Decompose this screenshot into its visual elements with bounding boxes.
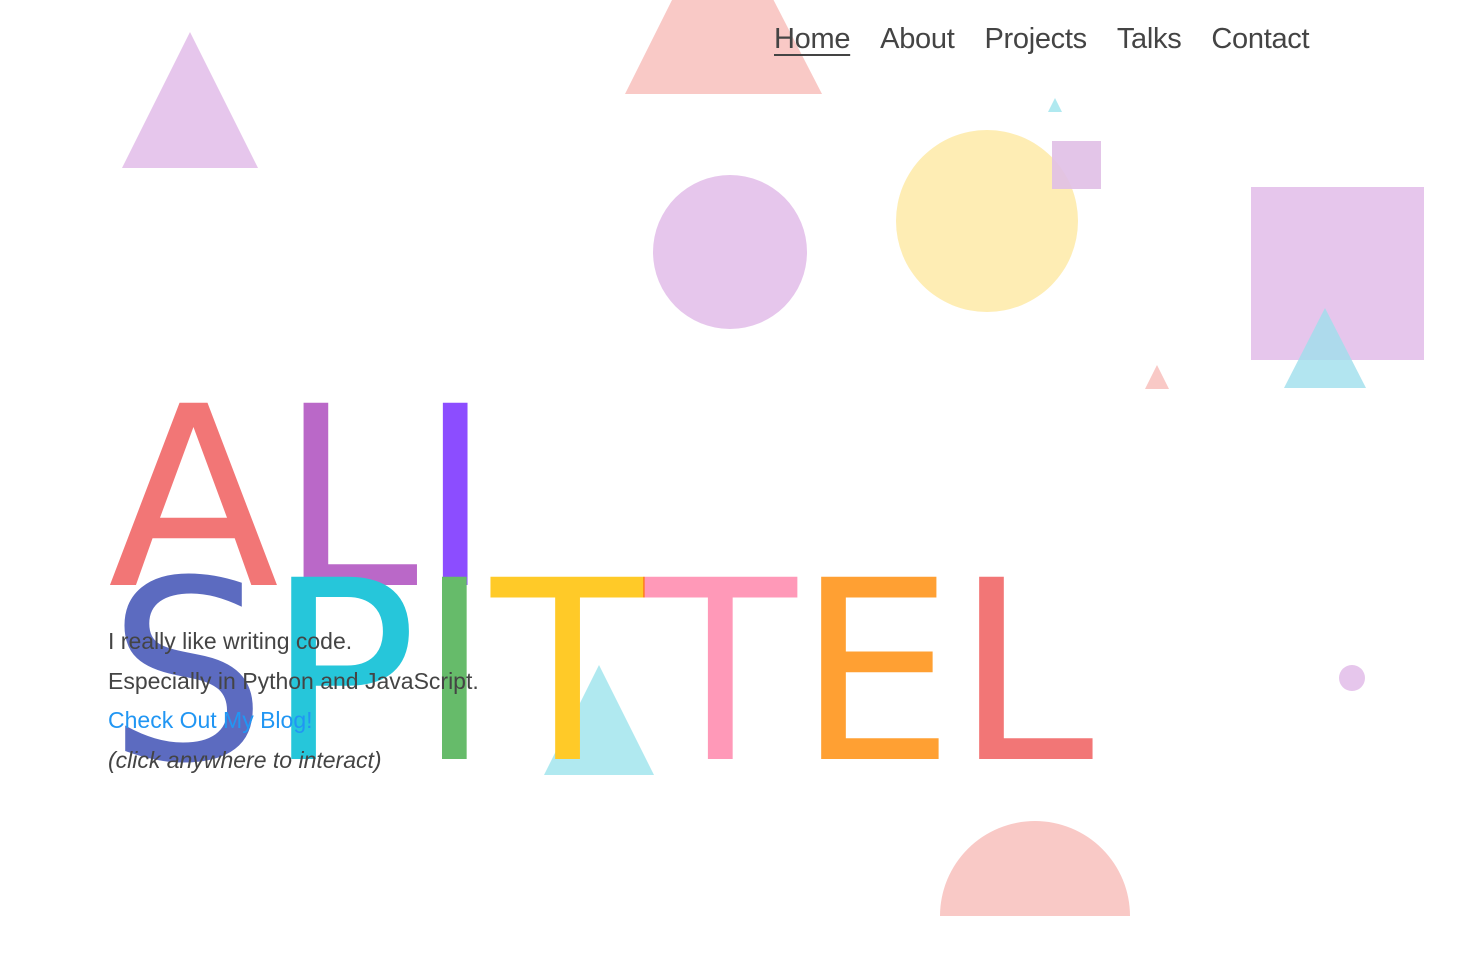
- main-nav: Home About Projects Talks Contact: [774, 20, 1310, 58]
- triangle-shape: [122, 32, 258, 168]
- intro-line: I really like writing code.: [108, 628, 353, 654]
- nav-link-about[interactable]: About: [880, 20, 955, 58]
- triangle-shape: [1145, 365, 1169, 389]
- circle-shape: [896, 130, 1078, 312]
- nav-link-talks[interactable]: Talks: [1117, 20, 1182, 58]
- square-shape: [1251, 187, 1424, 360]
- hero-letter: L: [954, 526, 1094, 818]
- triangle-shape: [1048, 98, 1062, 112]
- intro-line: Especially in Python and JavaScript.: [108, 667, 479, 694]
- nav-link-home[interactable]: Home: [774, 20, 850, 58]
- interact-hint: (click anywhere to interact): [108, 746, 382, 773]
- nav-link-projects[interactable]: Projects: [984, 20, 1087, 58]
- triangle-shape: [1284, 308, 1366, 388]
- page[interactable]: Home About Projects Talks Contact ALI SP…: [0, 0, 1464, 954]
- hero-letter: E: [796, 526, 955, 818]
- intro-section: I really like writing code. Especially i…: [108, 622, 479, 780]
- blog-link[interactable]: Check Out My Blog!: [108, 701, 479, 741]
- hero-letter: T: [491, 526, 644, 818]
- half-circle-shape: [940, 821, 1130, 916]
- circle-shape: [653, 175, 807, 329]
- nav-link-contact[interactable]: Contact: [1211, 20, 1309, 58]
- hero-letter: T: [643, 526, 797, 818]
- circle-shape: [1339, 665, 1365, 691]
- square-shape: [1052, 141, 1101, 189]
